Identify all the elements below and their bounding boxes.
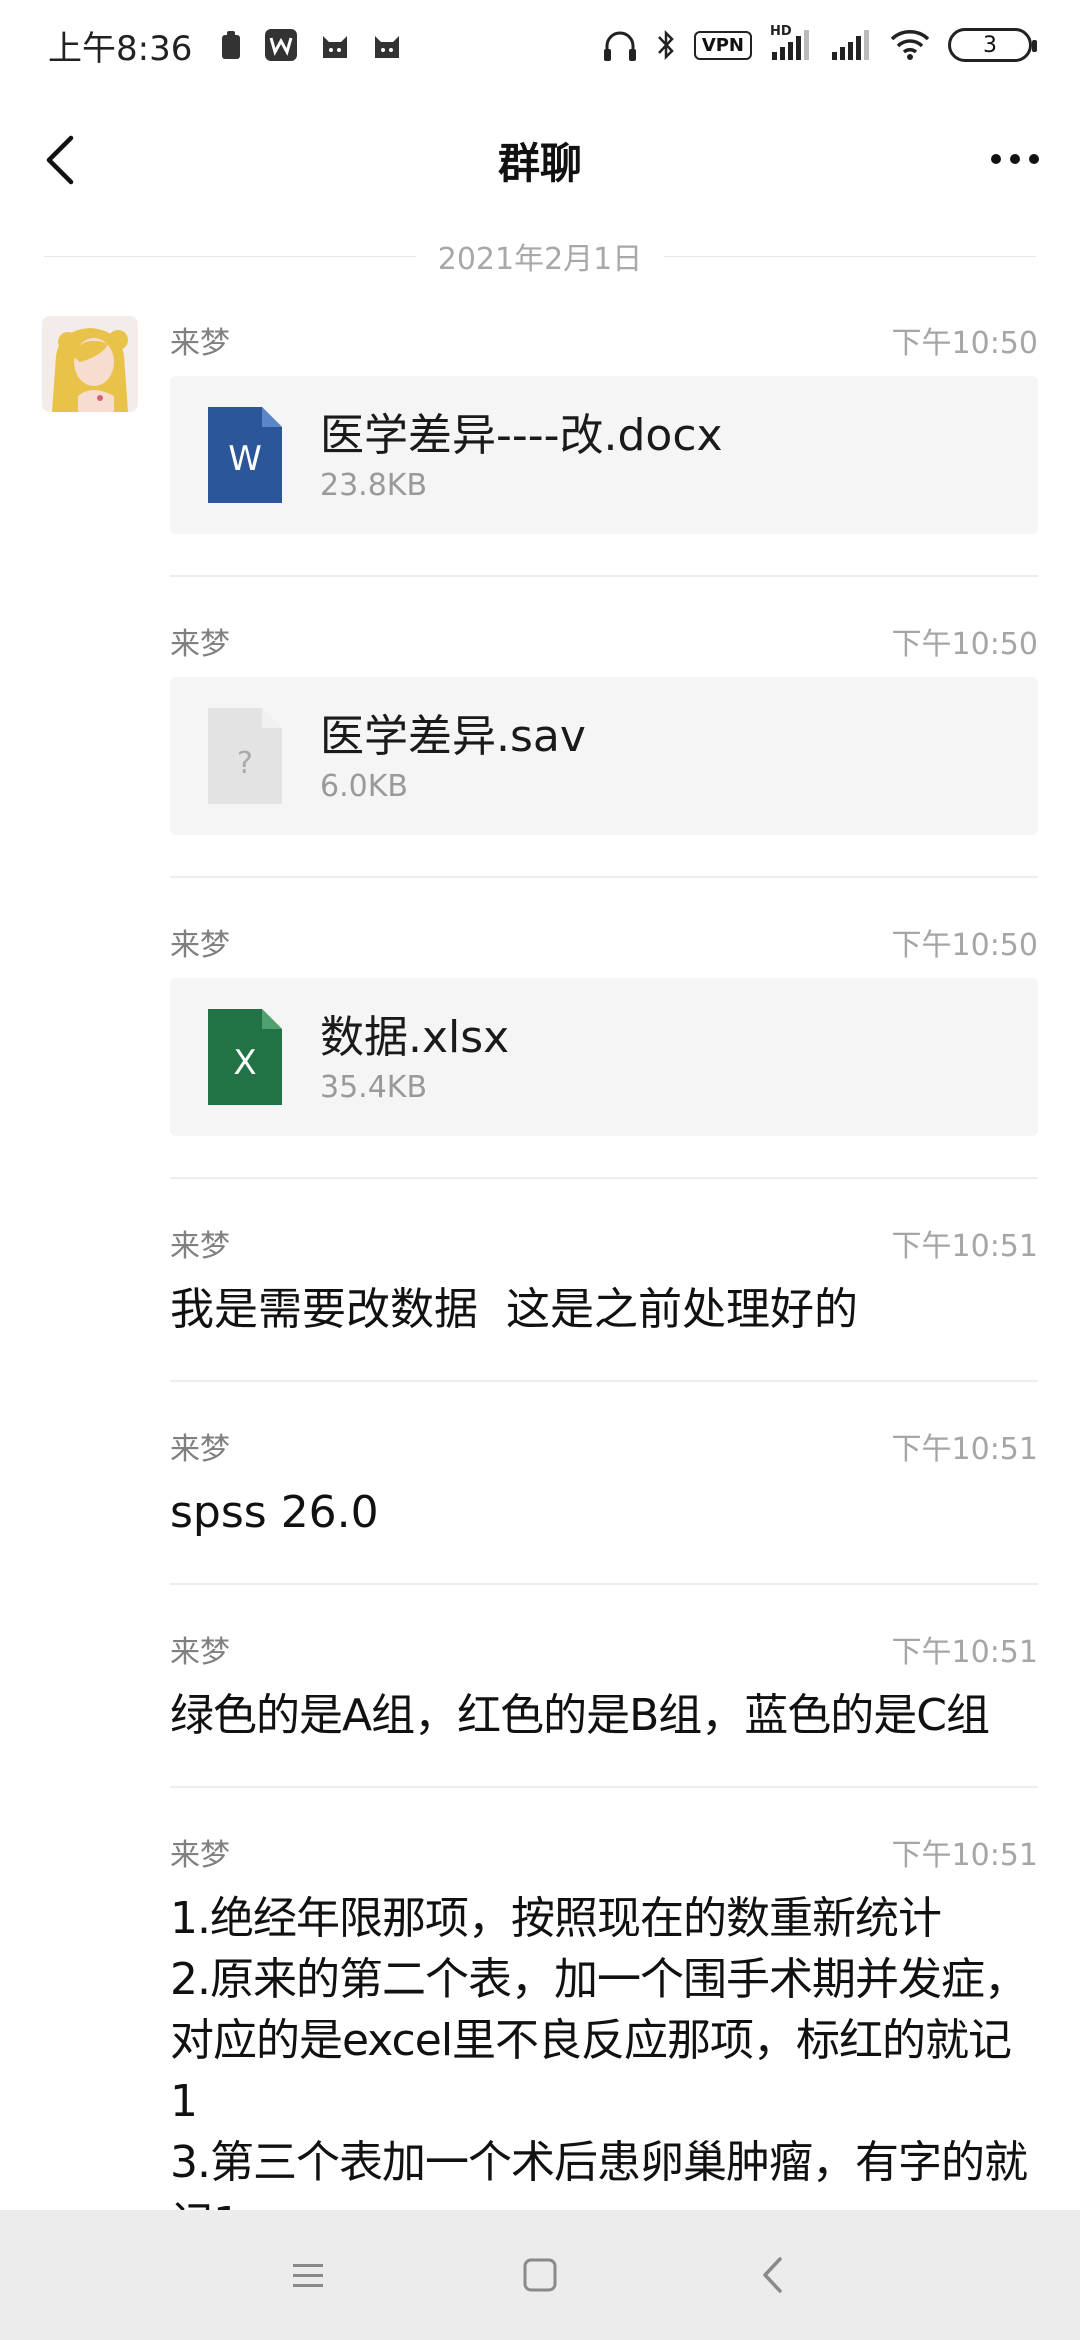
message-time: 下午10:50	[891, 326, 1038, 361]
message-header: 来梦 下午10:50	[170, 619, 1038, 663]
back-button[interactable]	[30, 130, 90, 190]
more-dot-icon	[991, 154, 1001, 164]
file-name: 医学差异----改.docx	[320, 409, 723, 461]
message-header: 来梦 下午10:51	[170, 1830, 1038, 1874]
message-header: 来梦 下午10:51	[170, 1627, 1038, 1671]
date-divider: 2021年2月1日	[44, 232, 1036, 280]
sender-name: 来梦	[170, 326, 230, 361]
hd-label: HD	[770, 24, 792, 39]
status-bar: 上午8:36 VPN HD 3	[0, 0, 1080, 90]
message-item: 来梦 下午10:51 我是需要改数据 这是之前处理好的	[170, 1221, 1038, 1340]
excel-file-icon: X	[208, 1009, 282, 1105]
message-separator	[170, 1786, 1038, 1788]
sender-name: 来梦	[170, 627, 230, 662]
sender-name: 来梦	[170, 1838, 230, 1873]
message-time: 下午10:51	[891, 1635, 1038, 1670]
square-icon	[523, 2258, 557, 2292]
message-header: 来梦 下午10:50	[170, 920, 1038, 964]
vpn-badge: VPN	[693, 30, 752, 60]
file-card[interactable]: ? 医学差异.sav 6.0KB	[170, 677, 1038, 835]
battery-indicator: 3	[948, 28, 1037, 62]
message-time: 下午10:51	[891, 1838, 1038, 1873]
file-name: 医学差异.sav	[320, 710, 586, 762]
signal-icon	[830, 28, 872, 62]
unknown-file-icon: ?	[208, 708, 282, 804]
file-info: 数据.xlsx 35.4KB	[320, 1010, 509, 1105]
page-title: 群聊	[497, 138, 582, 188]
sender-name: 来梦	[170, 1229, 230, 1264]
file-glyph: W	[228, 439, 262, 479]
file-info: 医学差异----改.docx 23.8KB	[320, 408, 723, 503]
sender-name: 来梦	[170, 1432, 230, 1467]
message-text[interactable]: spss 26.0	[170, 1482, 1038, 1543]
file-size: 23.8KB	[320, 467, 428, 503]
message-separator	[170, 575, 1038, 577]
message-time: 下午10:50	[891, 627, 1038, 662]
file-info: 医学差异.sav 6.0KB	[320, 709, 586, 804]
status-right-icons: VPN HD 3	[602, 24, 1037, 62]
status-time: 上午8:36	[48, 28, 193, 69]
file-size: 35.4KB	[320, 1069, 428, 1105]
file-size: 6.0KB	[320, 768, 408, 804]
message-item: 来梦 下午10:51 1.绝经年限那项，按照现在的数重新统计 2.原来的第二个表…	[170, 1830, 1038, 2254]
file-name: 数据.xlsx	[320, 1011, 510, 1063]
clipboard-icon	[220, 30, 242, 60]
avatar[interactable]	[42, 316, 138, 412]
file-glyph: X	[233, 1043, 257, 1083]
wps-icon	[264, 28, 298, 62]
message-text[interactable]: 我是需要改数据 这是之前处理好的	[170, 1279, 1038, 1340]
title-bar: 群聊	[0, 90, 1080, 230]
cat-icon	[320, 30, 350, 60]
signal-icon: HD	[770, 24, 812, 62]
cat-icon	[372, 30, 402, 60]
file-card[interactable]: W 医学差异----改.docx 23.8KB	[170, 376, 1038, 534]
divider-line	[44, 255, 416, 257]
more-options-button[interactable]	[980, 134, 1050, 184]
file-glyph: ?	[237, 746, 253, 781]
message-text[interactable]: 1.绝经年限那项，按照现在的数重新统计 2.原来的第二个表，加一个围手术期并发症…	[170, 1888, 1038, 2254]
headphones-icon	[602, 28, 638, 62]
message-time: 下午10:51	[891, 1229, 1038, 1264]
bluetooth-icon	[656, 28, 676, 62]
navigation-bar	[0, 2210, 1080, 2340]
message-text[interactable]: 绿色的是A组，红色的是B组，蓝色的是C组	[170, 1685, 1038, 1746]
file-card[interactable]: X 数据.xlsx 35.4KB	[170, 978, 1038, 1136]
message-separator	[170, 1177, 1038, 1179]
chevron-left-icon	[763, 2257, 782, 2293]
chevron-left-icon	[46, 135, 74, 185]
message-item: 来梦 下午10:51 spss 26.0	[170, 1424, 1038, 1543]
divider-line	[664, 255, 1036, 257]
sender-name: 来梦	[170, 928, 230, 963]
message-item: 来梦 下午10:50 X 数据.xlsx 35.4KB	[170, 920, 1038, 1136]
message-separator	[170, 876, 1038, 878]
message-item: 来梦 下午10:50 W 医学差异----改.docx 23.8KB	[170, 318, 1038, 534]
hamburger-icon	[293, 2264, 323, 2287]
wifi-icon	[890, 29, 930, 61]
recent-apps-button[interactable]	[278, 2245, 338, 2305]
message-time: 下午10:51	[891, 1432, 1038, 1467]
message-item: 来梦 下午10:51 绿色的是A组，红色的是B组，蓝色的是C组	[170, 1627, 1038, 1746]
home-button[interactable]	[510, 2245, 570, 2305]
message-separator	[170, 1583, 1038, 1585]
message-header: 来梦 下午10:51	[170, 1424, 1038, 1468]
more-dot-icon	[1029, 154, 1039, 164]
message-header: 来梦 下午10:51	[170, 1221, 1038, 1265]
nav-back-button[interactable]	[742, 2245, 802, 2305]
status-left-icons	[220, 28, 402, 62]
date-label: 2021年2月1日	[437, 242, 643, 277]
message-item: 来梦 下午10:50 ? 医学差异.sav 6.0KB	[170, 619, 1038, 835]
word-file-icon: W	[208, 407, 282, 503]
sender-name: 来梦	[170, 1635, 230, 1670]
message-line: 1.绝经年限那项，按照现在的数重新统计	[170, 1893, 942, 1944]
more-dot-icon	[1010, 154, 1020, 164]
message-line: 2.原来的第二个表，加一个围手术期并发症，对应的是excel里不良反应那项，标红…	[170, 1954, 1028, 2127]
message-time: 下午10:50	[891, 928, 1038, 963]
message-header: 来梦 下午10:50	[170, 318, 1038, 362]
message-separator	[170, 1380, 1038, 1382]
